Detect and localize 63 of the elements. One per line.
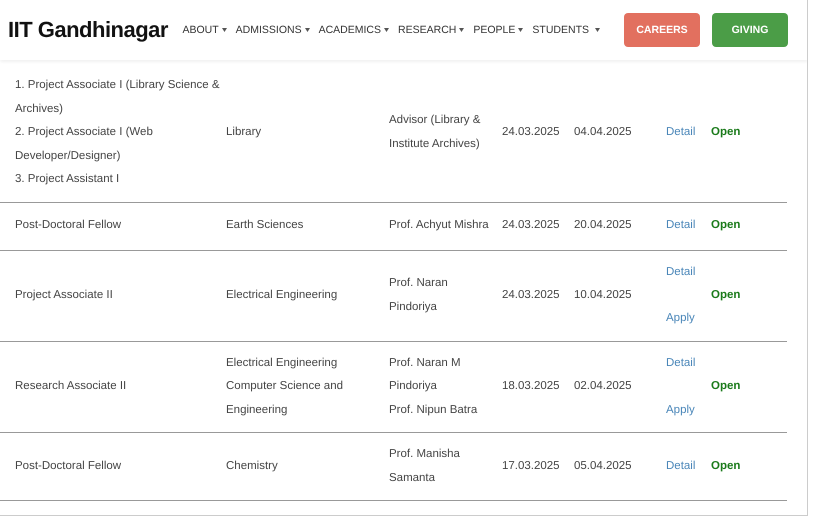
caret-icon	[384, 28, 390, 32]
position-text: Developer/Designer)	[15, 148, 122, 164]
site-logo[interactable]: IIT Gandhinagar	[8, 17, 168, 43]
nav-menu[interactable]: PEOPLE	[473, 24, 524, 36]
detail-link[interactable]: Detail	[666, 121, 696, 144]
nav-button[interactable]: CAREERS	[624, 13, 700, 47]
date-text: 04.04.2025	[574, 125, 633, 140]
status-text: Open	[711, 379, 742, 394]
nav-menu[interactable]: ABOUT	[182, 24, 227, 36]
apply-link[interactable]: Apply	[666, 398, 695, 422]
caret-icon	[222, 28, 227, 32]
contact-text: Prof. Nipun Batra	[389, 402, 478, 418]
date-text: 24.03.2025	[502, 288, 561, 303]
nav-menu[interactable]: ACADEMICS	[318, 24, 390, 36]
department-text: Chemistry	[226, 458, 279, 474]
date-text: 20.04.2025	[574, 218, 633, 234]
nav-button[interactable]: GIVING	[712, 13, 788, 47]
position-text: 1. Project Associate I (Library Science &	[15, 78, 221, 93]
date-text: 24.03.2025	[502, 218, 561, 234]
status-text: Open	[711, 125, 742, 140]
detail-link[interactable]: Detail	[666, 352, 696, 375]
contact-text: Pindoriya	[389, 379, 438, 394]
nav-menu[interactable]: STUDENTS	[532, 24, 600, 36]
position-text: Post-Doctoral Fellow	[15, 458, 122, 474]
contact-text: Prof. Naran	[389, 276, 449, 291]
caret-icon	[518, 28, 524, 32]
department-text: Earth Sciences	[226, 218, 304, 234]
contact-text: Prof. Achyut Mishra	[389, 218, 490, 234]
position-text: Archives)	[15, 102, 64, 116]
date-text: 18.03.2025	[502, 379, 561, 394]
position-text: 2. Project Associate I (Web	[15, 125, 154, 140]
apply-link[interactable]: Apply	[666, 307, 695, 330]
date-text: 05.04.2025	[574, 458, 633, 474]
contact-text: Samanta	[389, 470, 436, 486]
position-text: 3. Project Assistant I	[15, 172, 120, 187]
nav-menu[interactable]: RESEARCH	[398, 24, 464, 36]
contact-text: Advisor (Library &	[389, 113, 482, 128]
status-text: Open	[711, 288, 742, 303]
department-text: Engineering	[226, 402, 288, 418]
contact-text: Institute Archives)	[389, 136, 481, 152]
date-text: 17.03.2025	[502, 458, 561, 474]
status-text: Open	[711, 458, 742, 474]
contact-text: Prof. Naran M	[389, 356, 462, 370]
nav-menu[interactable]: ADMISSIONS	[236, 24, 310, 36]
detail-link[interactable]: Detail	[666, 260, 696, 284]
caret-icon	[304, 28, 310, 32]
date-text: 10.04.2025	[574, 288, 633, 303]
contact-text: Prof. Manisha	[389, 447, 461, 462]
status-text: Open	[711, 218, 742, 234]
department-text: Electrical Engineering	[226, 288, 338, 303]
department-text: Library	[226, 125, 262, 140]
date-text: 24.03.2025	[502, 125, 561, 140]
detail-link[interactable]: Detail	[666, 214, 696, 238]
contact-text: Pindoriya	[389, 300, 438, 314]
caret-icon	[459, 28, 464, 32]
department-text: Computer Science and	[226, 379, 344, 394]
caret-icon	[595, 28, 600, 32]
position-text: Research Associate II	[15, 379, 128, 394]
position-text: Project Associate II	[15, 288, 114, 303]
position-text: Post-Doctoral Fellow	[15, 218, 122, 234]
date-text: 02.04.2025	[574, 379, 633, 394]
detail-link[interactable]: Detail	[666, 454, 696, 478]
department-text: Electrical Engineering	[226, 356, 338, 370]
